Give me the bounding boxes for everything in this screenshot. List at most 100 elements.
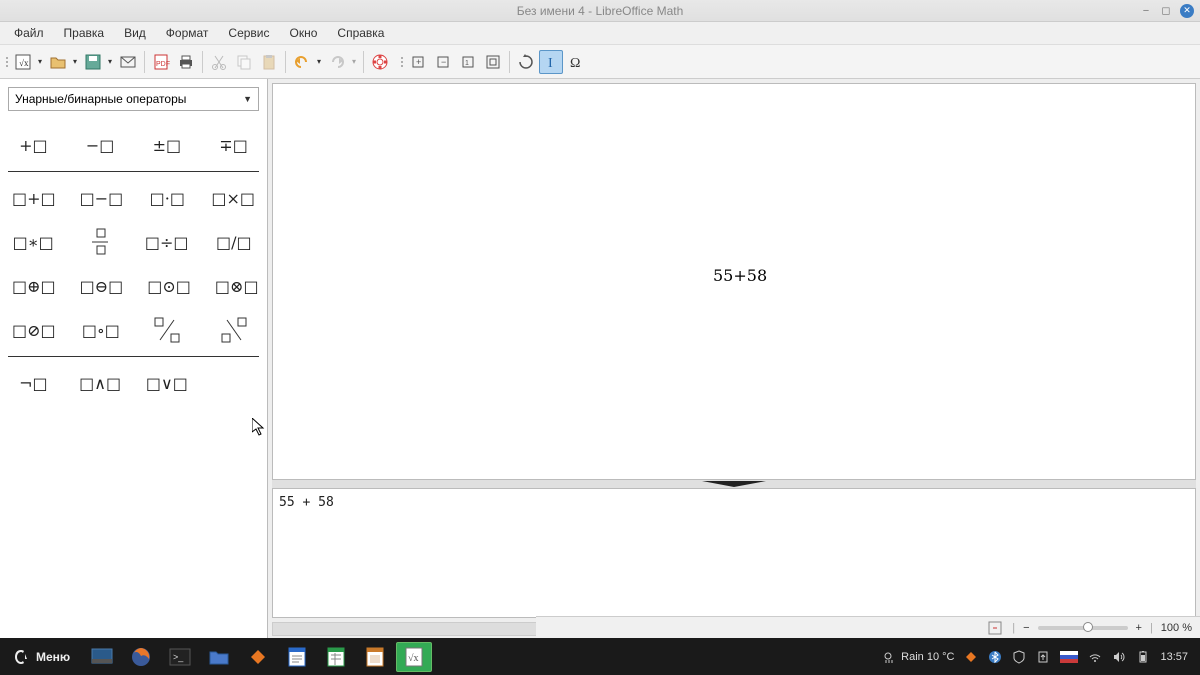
fit-page-icon[interactable]	[986, 620, 1004, 636]
tray-updates-icon[interactable]	[1036, 650, 1050, 664]
zoom-fit-button[interactable]	[481, 50, 505, 74]
taskbar-app-orange[interactable]	[240, 642, 276, 672]
undo-button[interactable]	[290, 50, 314, 74]
open-dropdown[interactable]: ▾	[70, 57, 80, 66]
save-button[interactable]	[81, 50, 105, 74]
element-fraction[interactable]	[78, 224, 120, 260]
category-label: Унарные/бинарные операторы	[15, 92, 186, 106]
toolbar-grip[interactable]	[4, 57, 10, 67]
command-editor[interactable]: 55 + 58	[272, 488, 1196, 618]
element-divide[interactable]: □÷□	[145, 224, 189, 260]
taskbar-firefox[interactable]	[123, 642, 159, 672]
menu-edit[interactable]: Правка	[54, 23, 115, 43]
element-plusminus[interactable]: ±□	[146, 127, 189, 163]
paste-button[interactable]	[257, 50, 281, 74]
tray-app-icon[interactable]	[964, 650, 978, 664]
window-title: Без имени 4 - LibreOffice Math	[517, 4, 684, 18]
undo-dropdown[interactable]: ▾	[314, 57, 324, 66]
minimize-button[interactable]: −	[1140, 5, 1152, 17]
element-oslash[interactable]: □⊘□	[12, 312, 56, 348]
element-or[interactable]: □∨□	[146, 365, 189, 401]
help-button[interactable]	[368, 50, 392, 74]
zoom-in-button[interactable]: +	[406, 50, 430, 74]
element-minus[interactable]: −□	[79, 127, 122, 163]
formula-cursor-button[interactable]: I	[539, 50, 563, 74]
refresh-button[interactable]	[514, 50, 538, 74]
menu-help[interactable]: Справка	[327, 23, 394, 43]
tray-keyboard-ru-icon[interactable]	[1060, 651, 1078, 663]
element-wideslash[interactable]	[146, 312, 188, 348]
menu-file[interactable]: Файл	[4, 23, 54, 43]
element-addition[interactable]: □+□	[12, 180, 56, 216]
zoom-level[interactable]: 100 %	[1161, 622, 1192, 634]
zoom-out-button[interactable]: −	[431, 50, 455, 74]
formula-viewport[interactable]: 55+58	[272, 83, 1196, 480]
redo-button[interactable]	[325, 50, 349, 74]
command-text: 55 + 58	[279, 495, 334, 510]
menu-window[interactable]: Окно	[280, 23, 328, 43]
start-menu-label: Меню	[36, 650, 70, 664]
new-button[interactable]: √x	[11, 50, 35, 74]
menu-tools[interactable]: Сервис	[218, 23, 279, 43]
tray-weather[interactable]: Rain 10 °C	[883, 650, 954, 664]
taskbar-show-desktop[interactable]	[84, 642, 120, 672]
element-separator-2	[8, 356, 259, 357]
element-asterisk[interactable]: □∗□	[12, 224, 54, 260]
copy-button[interactable]	[232, 50, 256, 74]
open-button[interactable]	[46, 50, 70, 74]
category-dropdown[interactable]: Унарные/бинарные операторы ▼	[8, 87, 259, 111]
taskbar-impress[interactable]	[357, 642, 393, 672]
separator: |	[1012, 622, 1015, 634]
statusbar: | − + | 100 %	[536, 616, 1200, 638]
print-button[interactable]	[174, 50, 198, 74]
export-pdf-button[interactable]: PDF	[149, 50, 173, 74]
element-ominus[interactable]: □⊖□	[80, 268, 124, 304]
close-button[interactable]: ✕	[1180, 4, 1194, 18]
zoom-in-button[interactable]: +	[1136, 622, 1142, 634]
save-dropdown[interactable]: ▾	[105, 57, 115, 66]
taskbar-writer[interactable]	[279, 642, 315, 672]
taskbar-files[interactable]	[201, 642, 237, 672]
cut-button[interactable]	[207, 50, 231, 74]
element-slash[interactable]: □/□	[213, 224, 255, 260]
svg-text:PDF: PDF	[156, 61, 170, 68]
zoom-slider[interactable]	[1038, 626, 1128, 630]
tray-bluetooth-icon[interactable]	[988, 650, 1002, 664]
maximize-button[interactable]: ◻	[1160, 5, 1172, 17]
start-menu-button[interactable]: Меню	[6, 648, 76, 666]
toolbar: √x ▾ ▾ ▾ PDF ▾	[0, 45, 1200, 79]
svg-text:>_: >_	[173, 652, 184, 662]
menu-view[interactable]: Вид	[114, 23, 156, 43]
element-odot[interactable]: □⊙□	[147, 268, 191, 304]
toolbar-grip-2[interactable]	[399, 57, 405, 67]
element-widebackslash[interactable]	[213, 312, 255, 348]
element-neg[interactable]: ¬□	[12, 365, 55, 401]
element-empty	[212, 365, 255, 401]
zoom-100-button[interactable]: 1	[456, 50, 480, 74]
email-button[interactable]	[116, 50, 140, 74]
tray-shield-icon[interactable]	[1012, 650, 1026, 664]
tray-battery-icon[interactable]	[1136, 650, 1150, 664]
tray-clock[interactable]: 13:57	[1160, 651, 1188, 663]
element-oplus[interactable]: □⊕□	[12, 268, 56, 304]
taskbar-terminal[interactable]: >_	[162, 642, 198, 672]
zoom-out-button[interactable]: −	[1023, 622, 1029, 634]
element-minusplus[interactable]: ∓□	[212, 127, 255, 163]
splitter[interactable]	[272, 480, 1196, 488]
redo-dropdown[interactable]: ▾	[349, 57, 359, 66]
element-circ[interactable]: □∘□	[80, 312, 122, 348]
new-dropdown[interactable]: ▾	[35, 57, 45, 66]
menu-format[interactable]: Формат	[156, 23, 219, 43]
system-tray: Rain 10 °C 13:57	[883, 650, 1194, 664]
element-and[interactable]: □∧□	[79, 365, 122, 401]
tray-volume-icon[interactable]	[1112, 650, 1126, 664]
taskbar-calc[interactable]	[318, 642, 354, 672]
element-dot-mult[interactable]: □·□	[147, 180, 187, 216]
element-times[interactable]: □×□	[211, 180, 255, 216]
element-plus[interactable]: +□	[12, 127, 55, 163]
tray-wifi-icon[interactable]	[1088, 650, 1102, 664]
element-subtraction[interactable]: □−□	[80, 180, 124, 216]
taskbar-math-active[interactable]: √x	[396, 642, 432, 672]
element-otimes[interactable]: □⊗□	[215, 268, 259, 304]
symbols-button[interactable]: Ω	[564, 50, 588, 74]
